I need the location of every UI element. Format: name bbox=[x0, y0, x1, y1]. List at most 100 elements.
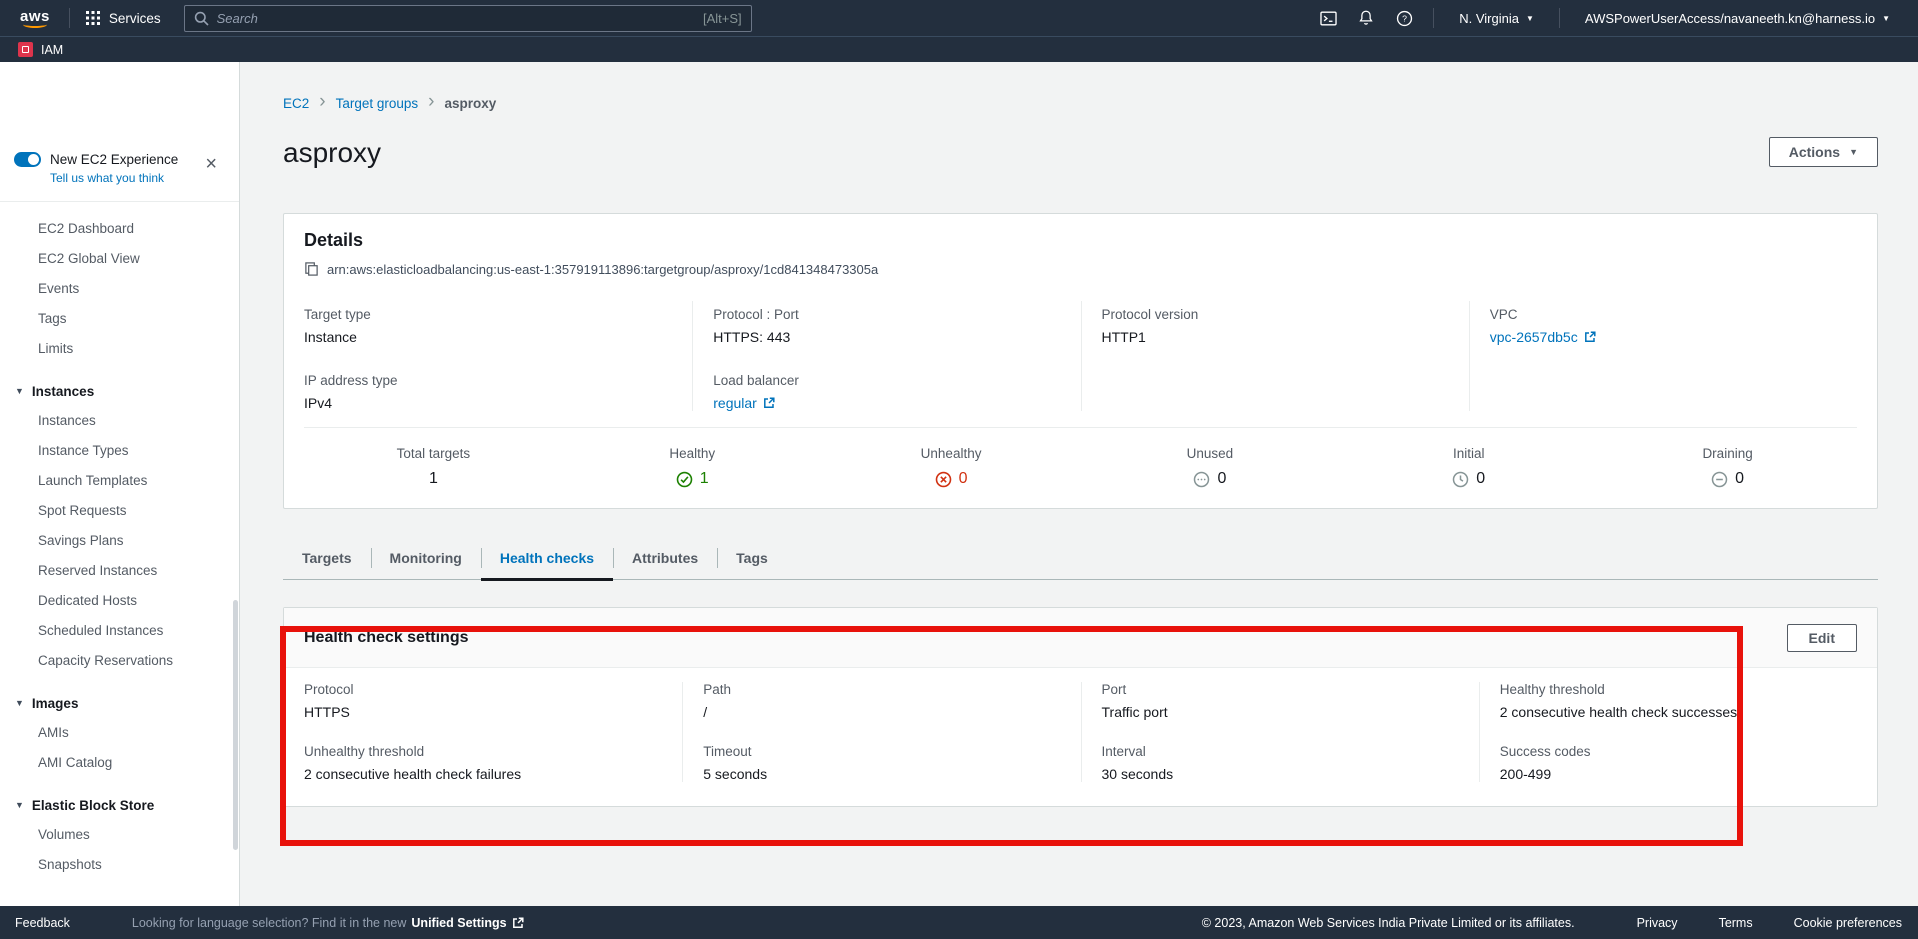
sidebar-item-snapshots[interactable]: Snapshots bbox=[0, 850, 239, 880]
help-button[interactable]: ? bbox=[1385, 0, 1423, 36]
field-value: HTTPS bbox=[304, 704, 662, 720]
sidebar-item-ec2-global-view[interactable]: EC2 Global View bbox=[0, 244, 239, 274]
field-timeout: Timeout 5 seconds bbox=[703, 744, 1060, 782]
tab-tags[interactable]: Tags bbox=[717, 539, 787, 579]
breadcrumb-target-groups[interactable]: Target groups bbox=[336, 96, 419, 111]
stat-healthy: Healthy 1 bbox=[563, 446, 822, 488]
sidebar-item-amis[interactable]: AMIs bbox=[0, 718, 239, 748]
tab-targets[interactable]: Targets bbox=[283, 539, 371, 579]
language-notice-text: Looking for language selection? Find it … bbox=[132, 916, 407, 930]
field-label: Path bbox=[703, 682, 1060, 697]
sidebar-section-instances[interactable]: ▼ Instances bbox=[0, 376, 239, 406]
unified-settings-link[interactable]: Unified Settings bbox=[411, 916, 523, 930]
vpc-link[interactable]: vpc-2657db5c bbox=[1490, 329, 1596, 345]
sidebar-nav: EC2 Dashboard EC2 Global View Events Tag… bbox=[0, 202, 239, 880]
link-text: regular bbox=[713, 395, 757, 411]
sidebar-item-limits[interactable]: Limits bbox=[0, 334, 239, 364]
favorites-bar: IAM bbox=[0, 36, 1918, 62]
field-value: 30 seconds bbox=[1102, 766, 1459, 782]
sidebar-item-dedicated-hosts[interactable]: Dedicated Hosts bbox=[0, 586, 239, 616]
field-value: 5 seconds bbox=[703, 766, 1060, 782]
field-label: Interval bbox=[1102, 744, 1459, 759]
ellipsis-circle-icon bbox=[1193, 471, 1210, 488]
sidebar-item-volumes[interactable]: Volumes bbox=[0, 820, 239, 850]
notifications-button[interactable] bbox=[1347, 0, 1385, 36]
field-path: Path / bbox=[703, 682, 1060, 720]
language-notice: Looking for language selection? Find it … bbox=[132, 916, 524, 930]
field-interval: Interval 30 seconds bbox=[1102, 744, 1459, 782]
tab-monitoring[interactable]: Monitoring bbox=[371, 539, 481, 579]
tab-health-checks[interactable]: Health checks bbox=[481, 539, 613, 579]
sidebar-item-reserved-instances[interactable]: Reserved Instances bbox=[0, 556, 239, 586]
field-value: 2 consecutive health check successes bbox=[1500, 704, 1857, 720]
stat-value: 1 bbox=[429, 470, 438, 488]
sidebar-item-savings-plans[interactable]: Savings Plans bbox=[0, 526, 239, 556]
sidebar-item-instances[interactable]: Instances bbox=[0, 406, 239, 436]
field-success-codes: Success codes 200-499 bbox=[1500, 744, 1857, 782]
new-ec2-experience-block: New EC2 Experience Tell us what you thin… bbox=[14, 152, 225, 185]
cookie-preferences-link[interactable]: Cookie preferences bbox=[1794, 916, 1902, 930]
load-balancer-link[interactable]: regular bbox=[713, 395, 775, 411]
sidebar: New EC2 Experience Tell us what you thin… bbox=[0, 62, 240, 906]
field-label: Port bbox=[1102, 682, 1459, 697]
stat-value: 1 bbox=[700, 470, 709, 488]
services-label: Services bbox=[109, 11, 161, 26]
field-value: HTTP1 bbox=[1102, 329, 1449, 345]
field-label: Success codes bbox=[1500, 744, 1857, 759]
field-label: Load balancer bbox=[713, 373, 1060, 388]
actions-button[interactable]: Actions ▼ bbox=[1769, 137, 1878, 167]
tab-attributes[interactable]: Attributes bbox=[613, 539, 717, 579]
breadcrumb-ec2[interactable]: EC2 bbox=[283, 96, 309, 111]
sidebar-item-spot-requests[interactable]: Spot Requests bbox=[0, 496, 239, 526]
tell-us-link[interactable]: Tell us what you think bbox=[50, 171, 225, 185]
sidebar-section-label: Instances bbox=[32, 384, 94, 399]
cloudshell-button[interactable] bbox=[1309, 0, 1347, 36]
sidebar-item-ami-catalog[interactable]: AMI Catalog bbox=[0, 748, 239, 778]
sidebar-item-events[interactable]: Events bbox=[0, 274, 239, 304]
edit-button[interactable]: Edit bbox=[1787, 624, 1857, 652]
breadcrumb-current: asproxy bbox=[444, 96, 496, 111]
sidebar-item-launch-templates[interactable]: Launch Templates bbox=[0, 466, 239, 496]
check-circle-icon bbox=[676, 471, 693, 488]
search-input[interactable] bbox=[217, 11, 695, 26]
services-menu-button[interactable]: Services bbox=[80, 0, 167, 36]
page-title: asproxy bbox=[283, 137, 381, 169]
sidebar-scrollbar[interactable] bbox=[233, 600, 238, 850]
triangle-down-icon: ▼ bbox=[15, 800, 24, 810]
health-check-grid: Protocol HTTPS Unhealthy threshold 2 con… bbox=[284, 668, 1877, 806]
cloudshell-terminal-icon bbox=[1319, 9, 1338, 28]
sidebar-item-scheduled-instances[interactable]: Scheduled Instances bbox=[0, 616, 239, 646]
clock-icon bbox=[1452, 471, 1469, 488]
field-label: Timeout bbox=[703, 744, 1060, 759]
stat-unused: Unused 0 bbox=[1081, 446, 1340, 488]
x-circle-icon bbox=[935, 471, 952, 488]
field-label: IP address type bbox=[304, 373, 672, 388]
sidebar-section-elastic-block-store[interactable]: ▼ Elastic Block Store bbox=[0, 790, 239, 820]
search-shortcut-hint: [Alt+S] bbox=[703, 11, 742, 26]
field-value: 2 consecutive health check failures bbox=[304, 766, 662, 782]
health-check-settings-header: Health check settings Edit bbox=[284, 608, 1877, 668]
sidebar-item-ec2-dashboard[interactable]: EC2 Dashboard bbox=[0, 214, 239, 244]
new-experience-toggle[interactable] bbox=[14, 152, 41, 167]
iam-service-icon bbox=[18, 42, 33, 57]
stat-label: Total targets bbox=[304, 446, 563, 461]
close-icon[interactable]: × bbox=[205, 154, 217, 174]
sidebar-item-capacity-reservations[interactable]: Capacity Reservations bbox=[0, 646, 239, 676]
global-search[interactable]: [Alt+S] bbox=[184, 5, 752, 32]
sidebar-item-instance-types[interactable]: Instance Types bbox=[0, 436, 239, 466]
field-unhealthy-threshold: Unhealthy threshold 2 consecutive health… bbox=[304, 744, 662, 782]
caret-down-icon: ▼ bbox=[1849, 147, 1858, 157]
privacy-link[interactable]: Privacy bbox=[1637, 916, 1678, 930]
feedback-link[interactable]: Feedback bbox=[15, 916, 70, 930]
terms-link[interactable]: Terms bbox=[1719, 916, 1753, 930]
favorite-iam-link[interactable]: IAM bbox=[41, 43, 63, 57]
sidebar-section-images[interactable]: ▼ Images bbox=[0, 688, 239, 718]
copy-arn-button[interactable] bbox=[304, 261, 319, 277]
health-check-settings-card: Health check settings Edit Protocol HTTP… bbox=[283, 607, 1878, 807]
field-ip-address-type: IP address type IPv4 bbox=[304, 373, 672, 411]
account-menu[interactable]: AWSPowerUserAccess/navaneeth.kn@harness.… bbox=[1570, 0, 1905, 36]
sidebar-item-tags[interactable]: Tags bbox=[0, 304, 239, 334]
aws-logo[interactable]: aws bbox=[14, 8, 59, 28]
region-selector[interactable]: N. Virginia ▼ bbox=[1444, 0, 1549, 36]
toggle-knob bbox=[28, 154, 39, 165]
